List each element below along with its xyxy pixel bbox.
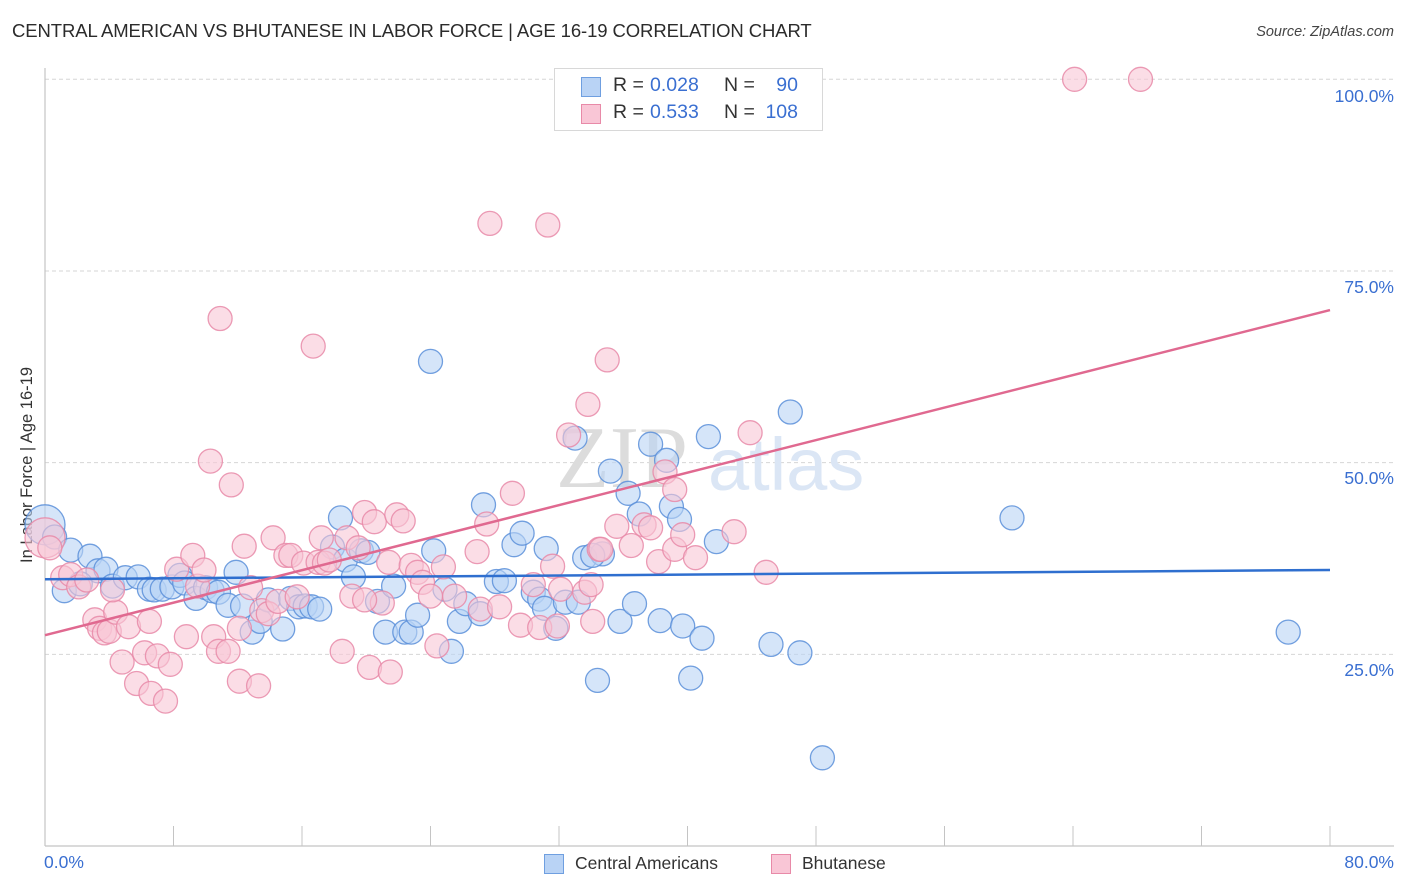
bhutanese-point xyxy=(351,587,378,613)
n-value: 90 xyxy=(776,74,798,96)
bhutanese-point xyxy=(575,391,601,418)
bhutanese-point xyxy=(356,654,383,681)
bhutanese-point xyxy=(486,594,513,620)
bhutanese-point xyxy=(308,525,334,551)
bhutanese-point xyxy=(477,210,503,237)
bhutanese-point xyxy=(555,422,582,448)
bhutanese-point xyxy=(535,212,561,238)
bhutanese-point xyxy=(1127,66,1154,92)
trend-line-bhutanese xyxy=(44,308,1331,637)
bhutanese-point xyxy=(721,519,747,545)
bhutanese-point xyxy=(544,613,571,639)
bhutanese-point xyxy=(109,649,135,675)
bhutanese-point xyxy=(361,509,387,535)
bhutanese-point xyxy=(753,559,779,585)
bhutanese-point xyxy=(618,532,644,559)
bhutanese-point xyxy=(284,584,310,610)
correlation-legend: R = 0.028 N = 90 R = 0.533 N = 108 xyxy=(554,68,823,131)
legend-swatch-pink xyxy=(771,854,791,874)
central-americans-point xyxy=(689,625,715,651)
central-americans-point xyxy=(809,745,836,771)
bhutanese-point xyxy=(662,476,688,503)
y-tick-25: 25.0% xyxy=(1344,660,1394,680)
bhutanese-point xyxy=(377,659,403,685)
n-value: 108 xyxy=(765,101,798,123)
legend-row-central-americans: R = 0.028 N = 90 xyxy=(555,74,822,100)
bhutanese-point xyxy=(737,420,763,446)
scatter-plot: ZIP atlas xyxy=(24,66,1394,847)
central-americans-point xyxy=(787,640,813,666)
central-americans-point xyxy=(584,667,611,694)
central-americans-point xyxy=(307,596,333,622)
bhutanese-point xyxy=(464,538,490,565)
bhutanese-point xyxy=(441,583,468,609)
central-americans-point xyxy=(647,607,673,634)
central-americans-point xyxy=(758,631,784,658)
central-americans-point xyxy=(777,399,803,425)
bhutanese-point xyxy=(499,480,526,506)
central-americans-point xyxy=(999,505,1025,531)
bhutanese-point xyxy=(376,549,402,575)
bhutanese-point xyxy=(99,577,126,603)
central-americans-point xyxy=(678,665,704,691)
central-americans-point xyxy=(417,348,444,375)
central-americans-point xyxy=(1275,619,1301,645)
y-tick-75: 75.0% xyxy=(1344,277,1394,297)
legend-row-bhutanese: R = 0.533 N = 108 xyxy=(555,101,822,127)
central-americans-point xyxy=(597,458,624,484)
r-label: R = xyxy=(613,101,644,123)
bhutanese-point xyxy=(207,305,233,332)
bhutanese-point xyxy=(390,508,416,534)
legend-swatch-pink xyxy=(581,104,601,124)
legend-label: Bhutanese xyxy=(802,853,886,873)
n-label: N = xyxy=(724,101,755,123)
legend-label: Central Americans xyxy=(575,853,718,873)
bhutanese-point xyxy=(300,333,326,359)
bhutanese-point xyxy=(1061,66,1088,92)
y-tick-100: 100.0% xyxy=(1334,86,1394,106)
bhutanese-point xyxy=(637,515,664,541)
x-tick-80: 80.0% xyxy=(1344,852,1394,872)
legend-swatch-blue xyxy=(544,854,564,874)
bhutanese-point xyxy=(197,448,224,474)
bhutanese-point xyxy=(670,522,696,548)
y-tick-50: 50.0% xyxy=(1344,468,1394,488)
central-americans-point xyxy=(509,520,535,546)
bhutanese-point xyxy=(152,688,179,714)
bhutanese-point xyxy=(329,638,355,664)
trend-lines xyxy=(44,308,1331,637)
bhutanese-point xyxy=(173,624,200,650)
series-bhutanese xyxy=(24,66,1154,714)
bhutanese-point xyxy=(588,536,614,562)
legend-swatch-blue xyxy=(581,77,601,97)
bhutanese-point xyxy=(37,535,63,561)
bhutanese-point xyxy=(226,615,253,641)
central-americans-point xyxy=(491,568,518,594)
r-value: 0.028 xyxy=(650,74,699,96)
bhutanese-point xyxy=(547,576,574,602)
bhutanese-point xyxy=(245,673,272,699)
bhutanese-point xyxy=(424,633,450,659)
bhutanese-point xyxy=(218,472,244,498)
bhutanese-point xyxy=(682,545,709,571)
r-value: 0.533 xyxy=(650,101,699,123)
bhutanese-point xyxy=(215,638,241,664)
bhutanese-point xyxy=(417,583,444,609)
r-label: R = xyxy=(613,74,644,96)
x-tick-0: 0.0% xyxy=(44,852,84,872)
bhutanese-point xyxy=(231,533,257,559)
bhutanese-point xyxy=(115,614,142,640)
bhutanese-point xyxy=(136,608,163,635)
bhutanese-point xyxy=(237,574,264,601)
bhutanese-point xyxy=(594,347,620,373)
central-americans-point xyxy=(695,423,722,450)
bhutanese-point xyxy=(157,651,183,677)
bhutanese-point xyxy=(580,608,606,635)
n-label: N = xyxy=(724,74,755,96)
watermark-atlas: atlas xyxy=(708,423,864,506)
central-americans-point xyxy=(621,591,648,617)
